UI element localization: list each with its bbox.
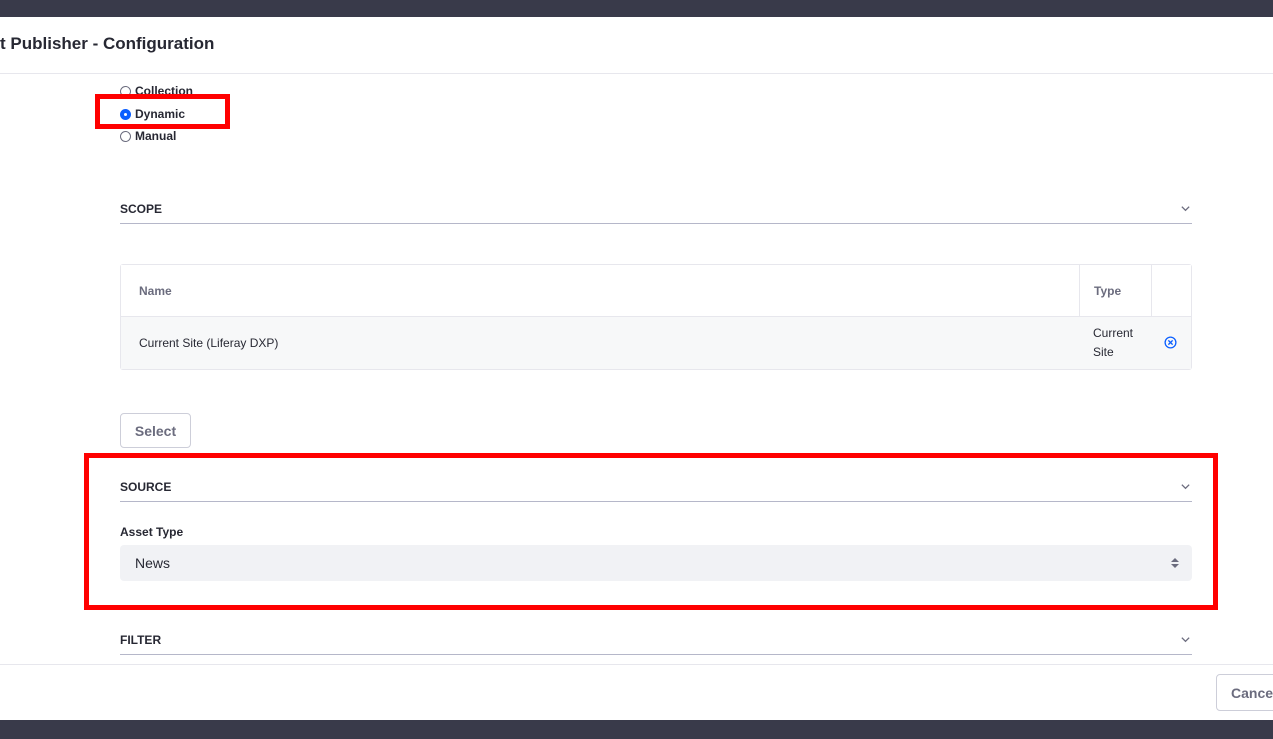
- section-title: SCOPE: [120, 201, 163, 216]
- radio-option-manual[interactable]: Manual: [120, 129, 176, 143]
- modal-title: t Publisher - Configuration: [0, 34, 215, 53]
- asset-type-select[interactable]: News: [120, 545, 1192, 581]
- section-title: SOURCE: [120, 479, 172, 494]
- chevron-down-icon[interactable]: [1178, 202, 1192, 216]
- top-chrome-bar: [0, 0, 1273, 17]
- scope-section-header[interactable]: SCOPE: [120, 194, 1192, 224]
- filter-section-header[interactable]: FILTER: [120, 625, 1192, 655]
- source-section-header[interactable]: SOURCE: [120, 472, 1192, 502]
- bottom-chrome-bar: [0, 720, 1273, 739]
- table-row: Current Site (Liferay DXP) Current Site: [121, 317, 1191, 369]
- chevron-down-icon[interactable]: [1178, 633, 1192, 647]
- column-divider: [1151, 265, 1152, 317]
- radio-option-dynamic[interactable]: Dynamic: [120, 107, 185, 121]
- cell-type: Current Site: [1093, 317, 1133, 369]
- radio-button[interactable]: [120, 130, 131, 142]
- cancel-button[interactable]: Cancel: [1216, 674, 1273, 711]
- select-scope-button[interactable]: Select: [120, 413, 191, 448]
- configuration-modal: t Publisher - Configuration Collection D…: [0, 17, 1273, 720]
- radio-label: Manual: [135, 129, 177, 143]
- cell-type-line: Current: [1093, 326, 1134, 340]
- modal-body[interactable]: Collection Dynamic Manual SCOPE Name Typ…: [0, 74, 1273, 664]
- radio-button-checked[interactable]: [120, 108, 131, 120]
- cell-name: Current Site (Liferay DXP): [139, 336, 279, 350]
- table-header: Name Type: [121, 265, 1191, 317]
- selected-value: News: [135, 555, 171, 571]
- scope-table: Name Type Current Site (Liferay DXP) Cur…: [120, 264, 1192, 370]
- caret-double-icon: [1170, 557, 1180, 569]
- radio-label: Collection: [135, 84, 194, 98]
- column-divider: [1079, 265, 1080, 317]
- radio-button[interactable]: [120, 85, 131, 97]
- modal-footer: Cancel: [0, 664, 1273, 720]
- asset-type-label: Asset Type: [120, 525, 184, 539]
- radio-option-collection[interactable]: Collection: [120, 84, 193, 98]
- radio-label: Dynamic: [135, 107, 186, 121]
- column-header-name: Name: [139, 284, 172, 298]
- column-header-type: Type: [1094, 284, 1122, 298]
- cell-type-line: Site: [1093, 345, 1114, 359]
- times-circle-icon[interactable]: [1164, 336, 1177, 349]
- chevron-down-icon[interactable]: [1178, 480, 1192, 494]
- modal-header: t Publisher - Configuration: [0, 17, 1273, 74]
- section-title: FILTER: [120, 632, 162, 647]
